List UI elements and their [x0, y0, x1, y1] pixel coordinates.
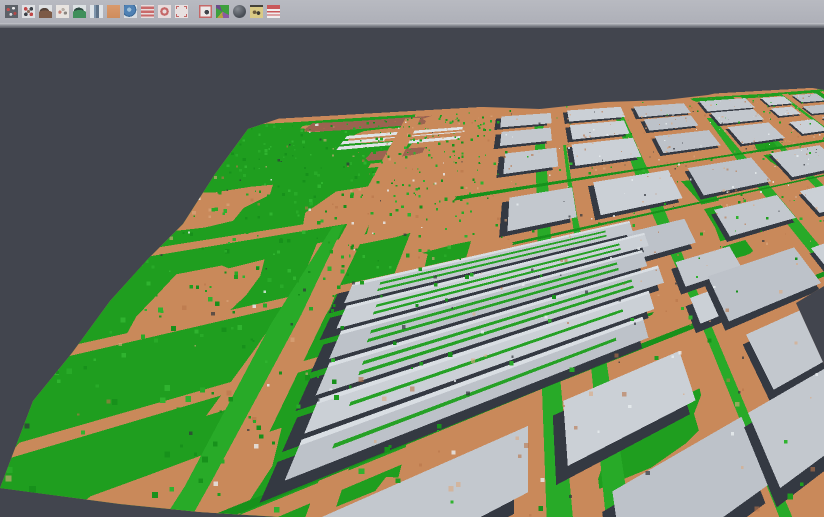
label-tag-icon[interactable]: [250, 5, 263, 18]
crop-box-icon[interactable]: [175, 5, 188, 18]
3d-viewport[interactable]: [0, 28, 824, 517]
point-pick-icon[interactable]: [199, 5, 212, 18]
dark-sphere-icon[interactable]: [233, 5, 246, 18]
red-ring-icon[interactable]: [158, 5, 171, 18]
sparse-points-icon[interactable]: [56, 5, 69, 18]
globe-icon[interactable]: [124, 5, 137, 18]
striped-flag-icon[interactable]: [267, 5, 280, 18]
dem-green-icon[interactable]: [73, 5, 86, 18]
profile-section-icon[interactable]: [90, 5, 103, 18]
classification-map-icon[interactable]: [216, 5, 229, 18]
red-layers-icon[interactable]: [141, 5, 154, 18]
main-toolbar: [0, 0, 824, 23]
point-cloud-icon[interactable]: [5, 5, 18, 18]
ground-patch-icon[interactable]: [107, 5, 120, 18]
dem-brown-icon[interactable]: [39, 5, 52, 18]
registration-points-icon[interactable]: [22, 5, 35, 18]
point-cloud-render[interactable]: [0, 28, 824, 517]
